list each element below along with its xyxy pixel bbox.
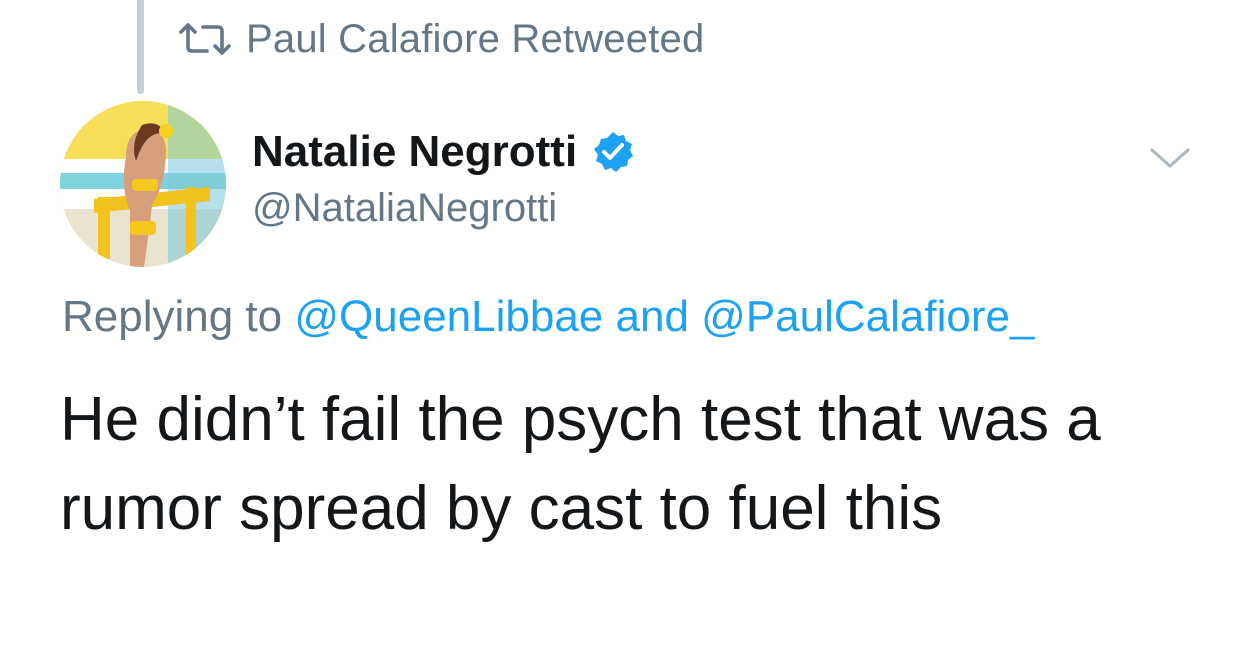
tweet-text: He didn’t fail the psych test that was a… [60, 385, 1101, 543]
mention-link-paulcalafiore[interactable]: @PaulCalafiore_ [701, 292, 1034, 341]
author-handle[interactable]: @NataliaNegrotti [252, 186, 557, 231]
retweet-label[interactable]: Paul Calafiore Retweeted [246, 17, 704, 62]
reply-context: Replying to @QueenLibbae and @PaulCalafi… [62, 292, 1034, 342]
retweet-icon [178, 22, 232, 56]
reply-prefix: Replying to [62, 292, 283, 341]
thread-connector-line [137, 0, 144, 94]
avatar[interactable] [60, 101, 226, 267]
tweet-menu-button[interactable] [1148, 142, 1192, 174]
reply-conjunction: and [615, 292, 689, 341]
mention-link-queenlibbae[interactable]: @QueenLibbae [294, 292, 603, 341]
verified-badge-icon [591, 130, 635, 174]
retweet-context: Paul Calafiore Retweeted [178, 14, 704, 64]
profile-photo [60, 101, 226, 267]
chevron-down-icon [1150, 148, 1190, 168]
author-display-name[interactable]: Natalie Negrotti [252, 127, 577, 177]
author-name-row: Natalie Negrotti [252, 124, 635, 180]
